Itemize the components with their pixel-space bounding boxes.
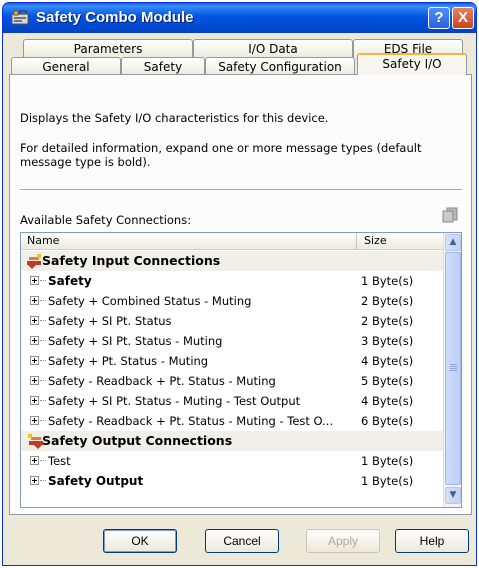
expand-icon[interactable] [30, 396, 39, 405]
list-item[interactable]: Safety - Readback + Pt. Status - Muting … [21, 371, 443, 391]
item-size: 2 Byte(s) [361, 294, 414, 308]
item-size: 5 Byte(s) [361, 374, 414, 388]
available-connections-label: Available Safety Connections: [20, 213, 192, 227]
apply-button[interactable]: Apply [306, 529, 380, 553]
list-item[interactable]: Safety + Pt. Status - Muting 4 Byte(s) [21, 351, 443, 371]
list-item[interactable]: Safety + SI Pt. Status - Muting - Test O… [21, 391, 443, 411]
vertical-scrollbar[interactable]: ▲ ▼ [443, 233, 461, 507]
column-header-name[interactable]: Name [21, 233, 357, 250]
expand-icon[interactable] [30, 296, 39, 305]
item-size: 1 Byte(s) [361, 474, 414, 488]
item-name: Safety [48, 274, 92, 288]
dialog-footer: OK Cancel Apply Help [3, 521, 476, 561]
list-item[interactable]: Safety 1 Byte(s) [21, 271, 443, 291]
item-size: 1 Byte(s) [361, 454, 414, 468]
expand-icon[interactable] [30, 336, 39, 345]
group-safety-input-connections[interactable]: Safety Input Connections [21, 251, 443, 271]
item-name: Safety + Combined Status - Muting [48, 294, 252, 308]
list-item[interactable]: Test 1 Byte(s) [21, 451, 443, 471]
panel-description: Displays the Safety I/O characteristics … [20, 111, 329, 125]
scroll-down-button[interactable]: ▼ [445, 487, 461, 504]
tab-parameters[interactable]: Parameters [23, 39, 193, 59]
safety-io-panel: Displays the Safety I/O characteristics … [9, 74, 472, 515]
window-title: Safety Combo Module [36, 9, 194, 26]
item-size: 4 Byte(s) [361, 354, 414, 368]
item-name: Safety - Readback + Pt. Status - Muting [48, 374, 276, 388]
copy-icon[interactable] [440, 207, 460, 223]
expand-icon[interactable] [30, 456, 39, 465]
expand-icon[interactable] [30, 356, 39, 365]
item-size: 1 Byte(s) [361, 274, 414, 288]
item-size: 6 Byte(s) [361, 414, 414, 428]
separator [20, 189, 462, 191]
cancel-button[interactable]: Cancel [205, 529, 279, 553]
item-name: Safety + SI Pt. Status - Muting - Test O… [48, 394, 301, 408]
help-button[interactable]: Help [395, 529, 469, 553]
ok-button[interactable]: OK [103, 529, 177, 553]
item-name: Test [48, 454, 71, 468]
expand-icon[interactable] [30, 476, 39, 485]
list-item[interactable]: Safety + SI Pt. Status - Muting 3 Byte(s… [21, 331, 443, 351]
scroll-up-button[interactable]: ▲ [445, 234, 461, 251]
module-icon [11, 9, 29, 26]
item-name: Safety + Pt. Status - Muting [48, 354, 209, 368]
list-header: Name Size [21, 233, 443, 250]
column-header-size[interactable]: Size [358, 233, 443, 250]
dialog-window: Safety Combo Module ? X Parameters I/O D… [2, 2, 477, 566]
tab-safety-io[interactable]: Safety I/O [357, 53, 467, 75]
list-item[interactable]: Safety + Combined Status - Muting 2 Byte… [21, 291, 443, 311]
scroll-thumb[interactable] [445, 252, 461, 485]
item-name: Safety + SI Pt. Status [48, 314, 172, 328]
group-label: Safety Output Connections [42, 433, 233, 448]
list-item[interactable]: Safety Output 1 Byte(s) [21, 471, 443, 491]
title-bar[interactable]: Safety Combo Module ? X [3, 3, 476, 33]
panel-details-text: For detailed information, expand one or … [20, 141, 422, 169]
title-help-button[interactable]: ? [428, 7, 450, 29]
expand-icon[interactable] [30, 376, 39, 385]
item-name: Safety Output [48, 474, 144, 488]
group-safety-output-connections[interactable]: Safety Output Connections [21, 431, 443, 451]
list-item[interactable]: Safety + SI Pt. Status 2 Byte(s) [21, 311, 443, 331]
item-size: 4 Byte(s) [361, 394, 414, 408]
tab-io-data[interactable]: I/O Data [193, 39, 353, 59]
item-name: Safety + SI Pt. Status - Muting [48, 334, 223, 348]
item-name: Safety - Readback + Pt. Status - Muting … [48, 414, 334, 428]
item-size: 2 Byte(s) [361, 314, 414, 328]
expand-icon[interactable] [30, 276, 39, 285]
connections-list[interactable]: Name Size Safety Input Connections Safet… [20, 232, 462, 508]
title-close-button[interactable]: X [452, 7, 474, 29]
list-item[interactable]: Safety - Readback + Pt. Status - Muting … [21, 411, 443, 431]
group-label: Safety Input Connections [42, 253, 221, 268]
item-size: 3 Byte(s) [361, 334, 414, 348]
expand-icon[interactable] [30, 416, 39, 425]
expand-icon[interactable] [30, 316, 39, 325]
